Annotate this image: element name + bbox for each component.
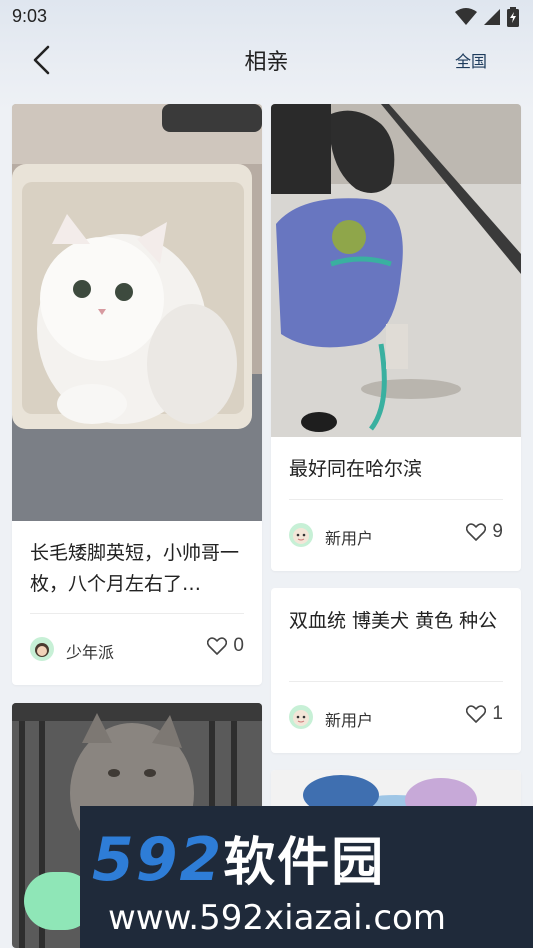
author-name: 新用户 (325, 711, 374, 730)
heart-icon (466, 705, 487, 723)
divider (289, 499, 503, 500)
avatar (289, 705, 313, 729)
post-title: 双血统 博美犬 黄色 种公 (289, 610, 498, 632)
post-footer: 少年派 0 (30, 635, 244, 663)
avatar (30, 637, 54, 661)
status-bar: 9:03 (0, 0, 533, 36)
like-count: 1 (492, 703, 503, 724)
post-footer: 新用户 1 (289, 703, 503, 731)
heart-icon (207, 637, 228, 655)
post-image-cat (12, 104, 262, 521)
status-icons (455, 7, 519, 27)
signal-icon (484, 9, 500, 25)
status-time: 9:03 (12, 6, 48, 26)
watermark-brand: 592软件园 (92, 820, 385, 895)
avatar (289, 523, 313, 547)
like-button[interactable]: 9 (466, 521, 503, 543)
like-count: 0 (233, 635, 244, 656)
post-footer: 新用户 9 (289, 521, 503, 549)
watermark-brand-text: 软件园 (223, 833, 386, 893)
divider (289, 681, 503, 682)
like-button[interactable]: 1 (466, 703, 503, 725)
post-title: 最好同在哈尔滨 (289, 458, 423, 480)
post-title: 长毛矮脚英短，小帅哥一枚，八个月左右了… (30, 542, 240, 595)
author-name: 少年派 (66, 643, 115, 662)
post-card[interactable]: 长毛矮脚英短，小帅哥一枚，八个月左右了… 少年派 0 (12, 104, 262, 685)
post-card[interactable]: 双血统 博美犬 黄色 种公 新用户 1 (271, 588, 521, 753)
watermark-brand-number: 592 (92, 825, 224, 895)
top-header: 相亲 全国 (0, 36, 533, 84)
battery-icon (507, 7, 519, 27)
region-selector[interactable]: 全国 (455, 48, 487, 72)
watermark-banner: 592软件园 www.592xiazai.com (80, 806, 533, 948)
watermark-url: www.592xiazai.com (108, 898, 446, 938)
like-button[interactable]: 0 (207, 635, 244, 657)
like-count: 9 (492, 521, 503, 542)
page-title: 相亲 (244, 50, 289, 75)
author-name: 新用户 (325, 529, 374, 548)
wifi-icon (455, 8, 477, 25)
post-card[interactable]: 最好同在哈尔滨 新用户 9 (271, 104, 521, 571)
heart-icon (466, 523, 487, 541)
divider (30, 613, 244, 614)
post-image-dog (271, 104, 521, 437)
